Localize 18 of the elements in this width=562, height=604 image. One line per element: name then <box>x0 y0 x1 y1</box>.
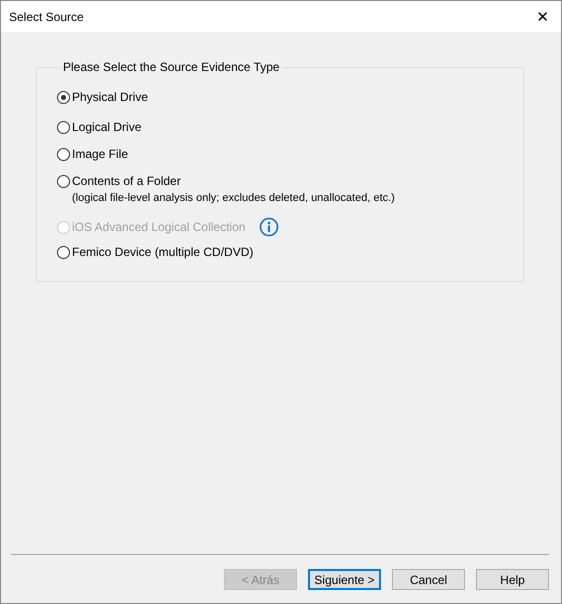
dialog-button[interactable]: Siguiente > <box>308 569 381 590</box>
dialog-button[interactable]: Cancel <box>392 569 465 590</box>
option-note: (logical file-level analysis only; excludes deleted, unallocated, etc.) <box>72 192 396 204</box>
close-button[interactable]: ✕ <box>532 8 553 26</box>
radio-button[interactable] <box>57 174 70 188</box>
radio-button[interactable] <box>57 120 70 134</box>
option-label: iOS Advanced Logical Collection <box>72 220 246 234</box>
radio-button[interactable] <box>57 246 70 258</box>
radio-button[interactable] <box>57 148 70 160</box>
dialog-button[interactable]: Help <box>476 569 549 590</box>
group-title: Please Select the Source Evidence Type <box>62 60 281 74</box>
radio-button[interactable] <box>57 90 70 104</box>
option-label: Physical Drive <box>72 90 148 104</box>
option-label: Contents of a Folder <box>72 174 181 188</box>
option-label: Femico Device (multiple CD/DVD) <box>72 245 254 259</box>
option-label: Logical Drive <box>72 120 142 134</box>
window-title: Select Source <box>9 10 84 24</box>
option-label: Image File <box>72 147 128 161</box>
